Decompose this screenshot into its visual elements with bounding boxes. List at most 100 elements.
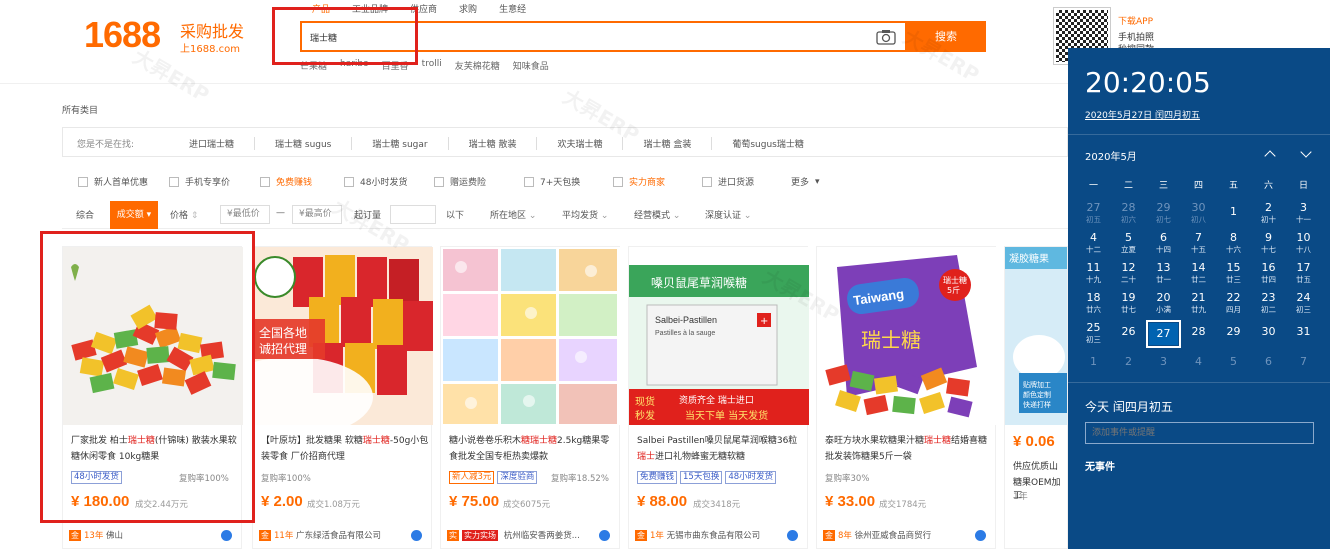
- product-title[interactable]: 【叶原坊】批发糖果 软糖瑞士糖-50g小包装零食 厂价招商代理: [261, 433, 429, 465]
- calendar-day[interactable]: 30 初八: [1181, 200, 1216, 228]
- calendar-day[interactable]: 25 初三: [1076, 320, 1111, 348]
- search-tab-biz[interactable]: 生意经: [499, 2, 526, 16]
- product-title[interactable]: 糖小说卷卷乐积木糖瑞士糖2.5kg糖果零食批发全国专柜热卖爆款: [449, 433, 617, 465]
- product-image[interactable]: [441, 247, 621, 425]
- hot-word[interactable]: 知味食品: [513, 59, 549, 72]
- calendar-day[interactable]: 2 初十: [1251, 200, 1286, 228]
- checkbox[interactable]: [78, 176, 88, 187]
- calendar-day[interactable]: 13 廿一: [1146, 260, 1181, 288]
- checkbox[interactable]: [344, 176, 354, 187]
- hot-word[interactable]: 友芙棉花糖: [455, 59, 500, 72]
- seller-name[interactable]: 徐州亚威食品商贸行: [855, 531, 932, 541]
- suggestion-link[interactable]: 欢夫瑞士糖: [537, 137, 624, 150]
- checkbox[interactable]: [434, 176, 444, 187]
- chat-icon[interactable]: [599, 530, 610, 541]
- calendar-day[interactable]: 12 二十: [1111, 260, 1146, 288]
- product-card-partial[interactable]: 凝胶糖果 贴牌加工 颜色定制 快递打样 ¥ 0.06 供应优质山 糖果OEM加工 1年: [1004, 246, 1068, 549]
- filter-48h[interactable]: 48小时发货: [344, 175, 407, 188]
- product-title[interactable]: 供应优质山: [1013, 459, 1058, 472]
- chat-icon[interactable]: [787, 530, 798, 541]
- filter-7day[interactable]: 7+天包换: [524, 175, 580, 188]
- calendar-day[interactable]: 6: [1251, 350, 1286, 378]
- calendar-day[interactable]: 30: [1251, 320, 1286, 348]
- calendar-day[interactable]: 6 十四: [1146, 230, 1181, 258]
- product-card[interactable]: Taiwang 瑞士糖 瑞士糖 5斤 泰旺方块水果软糖果汁糖瑞士糖结婚喜糖批发装饰…: [816, 246, 997, 549]
- calendar-day[interactable]: 17 廿五: [1286, 260, 1321, 288]
- suggestion-link[interactable]: 进口瑞士糖: [169, 137, 256, 150]
- chat-icon[interactable]: [221, 530, 232, 541]
- filter-import[interactable]: 进口货源: [702, 175, 754, 188]
- calendar-day[interactable]: 5: [1216, 350, 1251, 378]
- calendar-day[interactable]: 15 廿三: [1216, 260, 1251, 288]
- calendar-day[interactable]: 4 十二: [1076, 230, 1111, 258]
- seller-name[interactable]: 广东绿活食品有限公司: [296, 531, 381, 541]
- calendar-day[interactable]: 20 小满: [1146, 290, 1181, 318]
- sort-price[interactable]: 价格 ⇕: [170, 208, 198, 221]
- product-card[interactable]: 全国各地 诚招代理 【叶原坊】批发糖果 软糖瑞士糖-50g小包装零食 厂价招商代…: [252, 246, 433, 549]
- seller-info[interactable]: 实实力实场 杭州临安香两姜货...: [447, 529, 580, 541]
- calendar-day-today[interactable]: 27: [1146, 320, 1181, 348]
- calendar-day[interactable]: 14 廿二: [1181, 260, 1216, 288]
- calendar-day[interactable]: 29: [1216, 320, 1251, 348]
- camera-icon[interactable]: [876, 29, 896, 45]
- checkbox[interactable]: [524, 176, 534, 187]
- calendar-day[interactable]: 31: [1286, 320, 1321, 348]
- chat-icon[interactable]: [975, 530, 986, 541]
- hot-word[interactable]: trolli: [422, 59, 442, 72]
- calendar-day[interactable]: 7: [1286, 350, 1321, 378]
- min-price-input[interactable]: ¥最低价: [220, 205, 270, 224]
- checkbox[interactable]: [702, 176, 712, 187]
- location-dropdown[interactable]: 所在地区 ⌄: [490, 208, 536, 221]
- calendar-day[interactable]: 27 初五: [1076, 200, 1111, 228]
- checkbox[interactable]: [169, 176, 179, 187]
- product-image[interactable]: 全国各地 诚招代理: [253, 247, 433, 425]
- product-image[interactable]: 凝胶糖果贴牌加工颜色定制快递打样: [1005, 247, 1068, 425]
- add-event-input[interactable]: [1085, 422, 1314, 444]
- sort-default[interactable]: 综合: [76, 208, 94, 221]
- calendar-day[interactable]: 18 廿六: [1076, 290, 1111, 318]
- download-app-link[interactable]: 下载APP: [1118, 14, 1153, 27]
- suggestion-link[interactable]: 瑞士糖 sugar: [352, 137, 449, 150]
- seller-name[interactable]: 杭州临安香两姜货...: [504, 531, 580, 541]
- logo-1688[interactable]: 1688: [84, 14, 161, 56]
- seller-info[interactable]: 金 1年 无锡市曲东食品有限公司: [635, 529, 760, 541]
- filter-new-user[interactable]: 新人首单优惠: [78, 175, 148, 188]
- business-mode-dropdown[interactable]: 经营模式 ⌄: [634, 208, 680, 221]
- seller-name[interactable]: 无锡市曲东食品有限公司: [667, 531, 761, 541]
- ship-time-dropdown[interactable]: 平均发货 ⌄: [562, 208, 608, 221]
- clock-date-link[interactable]: 2020年5月27日 闰四月初五: [1085, 108, 1200, 121]
- calendar-day[interactable]: 26: [1111, 320, 1146, 348]
- calendar-day[interactable]: 22 四月: [1216, 290, 1251, 318]
- checkbox[interactable]: [613, 176, 623, 187]
- search-button[interactable]: 搜索: [906, 21, 986, 52]
- calendar-day[interactable]: 23 初二: [1251, 290, 1286, 318]
- calendar-day[interactable]: 1: [1216, 200, 1251, 228]
- seller-info[interactable]: 金 11年 广东绿活食品有限公司: [259, 529, 381, 541]
- sort-turnover[interactable]: 成交额 ▾: [110, 201, 158, 229]
- chat-icon[interactable]: [411, 530, 422, 541]
- calendar-day[interactable]: 28: [1181, 320, 1216, 348]
- product-image[interactable]: Taiwang 瑞士糖 瑞士糖 5斤: [817, 247, 997, 425]
- suggestion-link[interactable]: 瑞士糖 散装: [449, 137, 538, 150]
- calendar-day[interactable]: 19 廿七: [1111, 290, 1146, 318]
- calendar-day[interactable]: 3: [1146, 350, 1181, 378]
- product-title[interactable]: 泰旺方块水果软糖果汁糖瑞士糖结婚喜糖批发装饰糖果5斤一袋: [825, 433, 993, 465]
- calendar-day[interactable]: 1: [1076, 350, 1111, 378]
- filter-mobile[interactable]: 手机专享价: [169, 175, 230, 188]
- calendar-day[interactable]: 24 初三: [1286, 290, 1321, 318]
- seller-info[interactable]: 金 8年 徐州亚威食品商贸行: [823, 529, 931, 541]
- filter-shipping-insurance[interactable]: 赠运费险: [434, 175, 486, 188]
- filter-free-earn[interactable]: 免费赚钱: [260, 175, 312, 188]
- calendar-day[interactable]: 8 十六: [1216, 230, 1251, 258]
- calendar-day[interactable]: 10 十八: [1286, 230, 1321, 258]
- search-tab-buy[interactable]: 求购: [459, 2, 477, 16]
- suggestion-link[interactable]: 葡萄sugus瑞士糖: [712, 137, 824, 150]
- calendar-day[interactable]: 3 十一: [1286, 200, 1321, 228]
- moq-input[interactable]: [390, 205, 436, 224]
- certify-dropdown[interactable]: 深度认证 ⌄: [705, 208, 751, 221]
- filter-strong-merchant[interactable]: 实力商家: [613, 175, 665, 188]
- calendar-day[interactable]: 16 廿四: [1251, 260, 1286, 288]
- suggestion-link[interactable]: 瑞士糖 盒装: [623, 137, 713, 150]
- product-title[interactable]: Salbei Pastillen嗓贝鼠尾草润喉糖36粒瑞士进口礼物蜂蜜无糖软糖: [637, 433, 805, 465]
- chevron-up-icon[interactable]: [1264, 150, 1276, 162]
